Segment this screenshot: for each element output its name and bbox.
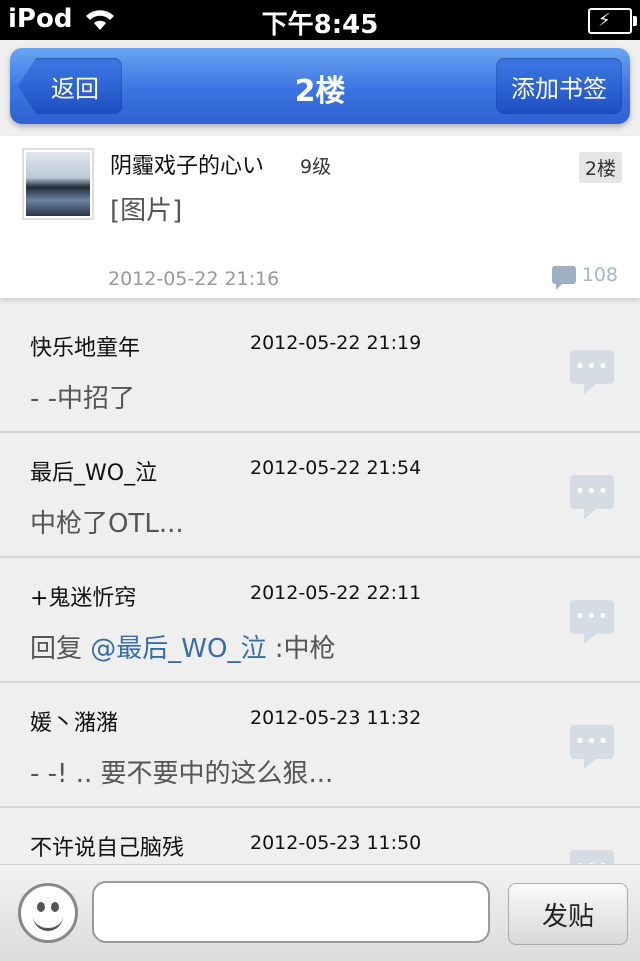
user-level: 9级 xyxy=(300,156,332,178)
reply-icon-dots: ••• xyxy=(574,481,610,502)
reply-time: 2012-05-22 22:11 xyxy=(250,582,422,604)
reply-time: 2012-05-22 21:54 xyxy=(250,457,422,479)
comment-icon xyxy=(551,266,576,290)
post-author[interactable]: 阴霾戏子的心い xyxy=(110,148,264,180)
post-content[interactable]: [图片] xyxy=(110,190,182,227)
reply-icon[interactable]: ••• xyxy=(570,725,614,769)
reply-author[interactable]: +鬼迷忻窍 xyxy=(30,580,136,612)
status-time: 下午8:45 xyxy=(261,10,379,40)
status-right: ⚡ xyxy=(588,8,637,34)
reply-author[interactable]: 媛丶潴潴 xyxy=(30,705,118,737)
emoticon-icon[interactable] xyxy=(18,883,78,943)
smiley-eye xyxy=(37,902,45,912)
navigation-bar: 返回 2楼 添加书签 xyxy=(10,48,630,124)
reply-text: - -! .. 要不要中的这么狠... xyxy=(30,759,334,789)
list-item[interactable]: 不许说自己脑残 2012-05-23 11:50 ••• xyxy=(0,808,640,864)
mention-link[interactable]: @最后_WO_泣 xyxy=(90,634,266,664)
status-bar: iPod 下午8:45 ⚡ xyxy=(0,0,640,40)
reply-text: - -中招了 xyxy=(30,384,136,414)
list-item[interactable]: 最后_WO_泣 2012-05-22 21:54 中枪了OTL... ••• xyxy=(0,433,640,558)
reply-text: 回复 xyxy=(30,634,91,664)
avatar[interactable] xyxy=(22,148,94,220)
list-item[interactable]: 快乐地童年 2012-05-22 21:19 - -中招了 ••• xyxy=(0,308,640,433)
avatar-image xyxy=(26,152,90,216)
battery-icon: ⚡ xyxy=(588,8,637,34)
reply-icon[interactable]: ••• xyxy=(570,350,614,394)
reply-time: 2012-05-22 21:19 xyxy=(250,332,422,354)
reply-content: 回复 @最后_WO_泣 :中枪 xyxy=(30,628,335,665)
post-time: 2012-05-22 21:16 xyxy=(108,268,280,290)
reply-icon-dots: ••• xyxy=(570,856,614,864)
reply-time: 2012-05-23 11:32 xyxy=(250,707,422,729)
reply-text-suffix: :中枪 xyxy=(266,634,336,664)
reply-count-value: 108 xyxy=(581,264,618,286)
reply-content: - -中招了 xyxy=(30,378,135,415)
list-item[interactable]: +鬼迷忻窍 2012-05-22 22:11 回复 @最后_WO_泣 :中枪 •… xyxy=(0,558,640,683)
floor-badge: 2楼 xyxy=(578,152,622,183)
compose-bar: 发贴 xyxy=(0,864,640,961)
add-bookmark-button[interactable]: 添加书签 xyxy=(496,58,622,114)
reply-count: 108 xyxy=(551,264,618,290)
reply-icon-dots: ••• xyxy=(574,606,610,627)
reply-icon[interactable]: ••• xyxy=(570,600,614,644)
smiley-eye xyxy=(51,902,59,912)
post-button[interactable]: 发贴 xyxy=(508,883,628,945)
reply-icon[interactable]: ••• xyxy=(570,850,614,864)
main-post: 阴霾戏子的心い 9级 2楼 [图片] 2012-05-22 21:16 108 xyxy=(0,136,640,298)
reply-input[interactable] xyxy=(92,881,490,943)
reply-content: 中枪了OTL... xyxy=(30,503,184,540)
reply-author[interactable]: 快乐地童年 xyxy=(30,330,140,362)
reply-list[interactable]: 快乐地童年 2012-05-22 21:19 - -中招了 ••• 最后_WO_… xyxy=(0,308,640,864)
reply-icon[interactable]: ••• xyxy=(570,475,614,519)
reply-icon-dots: ••• xyxy=(574,356,610,377)
smiley-mouth xyxy=(33,912,63,931)
reply-author[interactable]: 最后_WO_泣 xyxy=(30,455,157,487)
reply-text: 中枪了OTL... xyxy=(30,509,184,539)
reply-author[interactable]: 不许说自己脑残 xyxy=(30,830,184,862)
reply-time: 2012-05-23 11:50 xyxy=(250,832,422,854)
reply-content: - -! .. 要不要中的这么狠... xyxy=(30,753,333,790)
reply-icon-dots: ••• xyxy=(574,731,610,752)
list-item[interactable]: 媛丶潴潴 2012-05-23 11:32 - -! .. 要不要中的这么狠..… xyxy=(0,683,640,808)
